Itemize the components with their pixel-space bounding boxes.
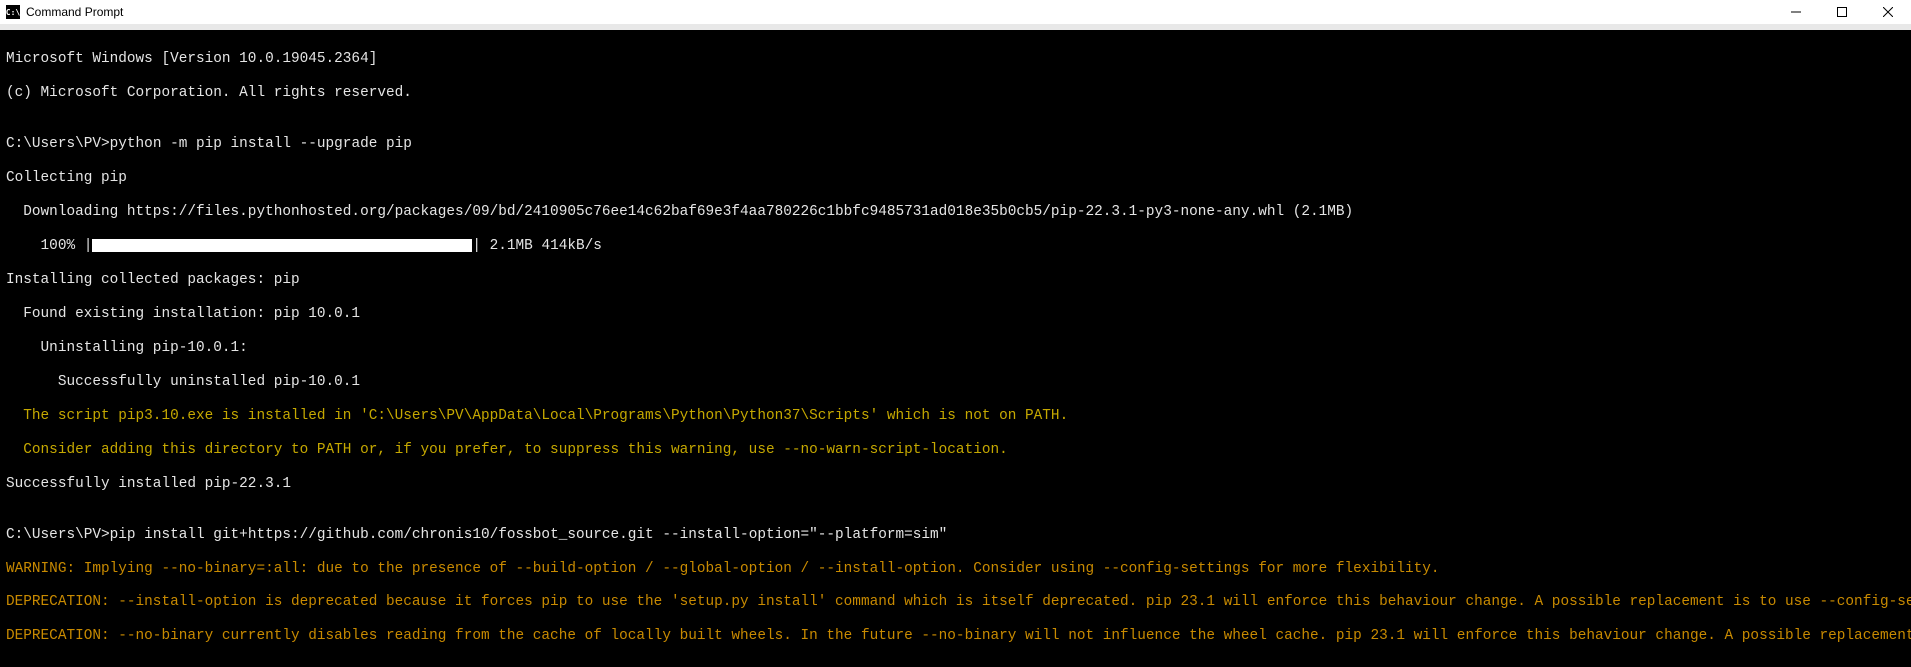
output-line: Found existing installation: pip 10.0.1 [6, 306, 1905, 323]
output-line: (c) Microsoft Corporation. All rights re… [6, 85, 1905, 102]
prompt-line: C:\Users\PV>pip install git+https://gith… [6, 527, 1905, 544]
prompt-line: C:\Users\PV>python -m pip install --upgr… [6, 136, 1905, 153]
terminal-area[interactable]: Microsoft Windows [Version 10.0.19045.23… [0, 30, 1911, 667]
progress-bar [92, 239, 472, 252]
command-text: pip install git+https://github.com/chron… [110, 527, 948, 543]
progress-line: 100% | | 2.1MB 414kB/s [6, 238, 1905, 255]
window-titlebar: C:\ Command Prompt [0, 0, 1911, 24]
output-line: Microsoft Windows [Version 10.0.19045.23… [6, 51, 1905, 68]
progress-stats: | 2.1MB 414kB/s [472, 238, 602, 254]
deprecation-line: DEPRECATION: --install-option is depreca… [6, 594, 1905, 611]
titlebar-controls [1773, 0, 1911, 24]
cmd-icon: C:\ [6, 5, 20, 19]
deprecation-line: DEPRECATION: --no-binary currently disab… [6, 628, 1905, 645]
output-line: Downloading https://files.pythonhosted.o… [6, 204, 1905, 221]
titlebar-left: C:\ Command Prompt [6, 5, 123, 19]
minimize-button[interactable] [1773, 0, 1819, 24]
output-line: Installing collected packages: pip [6, 272, 1905, 289]
prompt: C:\Users\PV> [6, 136, 110, 152]
output-line: Successfully installed pip-22.3.1 [6, 476, 1905, 493]
output-line: Collecting pip [6, 170, 1905, 187]
prompt: C:\Users\PV> [6, 527, 110, 543]
maximize-button[interactable] [1819, 0, 1865, 24]
warning-line: Consider adding this directory to PATH o… [6, 442, 1905, 459]
progress-percent: 100% | [6, 238, 92, 254]
output-line: Successfully uninstalled pip-10.0.1 [6, 374, 1905, 391]
command-text: python -m pip install --upgrade pip [110, 136, 412, 152]
output-line: Uninstalling pip-10.0.1: [6, 340, 1905, 357]
window-title: Command Prompt [26, 5, 123, 19]
warning-line: WARNING: Implying --no-binary=:all: due … [6, 561, 1905, 578]
close-button[interactable] [1865, 0, 1911, 24]
warning-line: The script pip3.10.exe is installed in '… [6, 408, 1905, 425]
